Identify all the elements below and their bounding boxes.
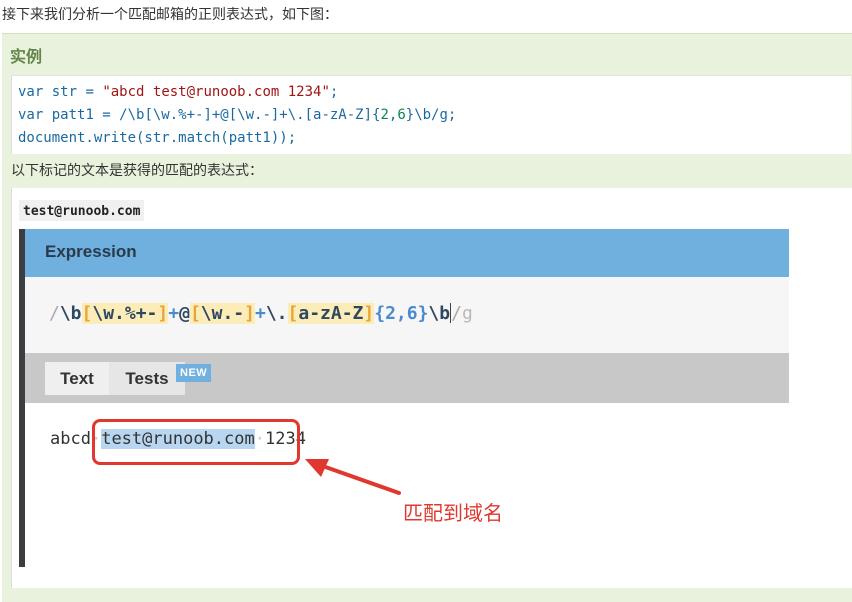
code-block: var str = "abcd test@runoob.com 1234"; v…: [11, 75, 851, 154]
result-panel: test@runoob.com Expression /\b[\w.%+-]+@…: [11, 188, 852, 588]
expr-token: ]: [157, 303, 169, 324]
code-line-1: var str = "abcd test@runoob.com 1234";: [12, 81, 851, 104]
expr-token: +: [168, 303, 180, 324]
new-badge: NEW: [176, 364, 212, 382]
expr-token: +: [254, 303, 266, 324]
expr-token: ]: [363, 303, 375, 324]
note-text: 以下标记的文本是获得的匹配的表达式：: [11, 163, 263, 179]
expr-token: [: [81, 303, 93, 324]
code-number: 2: [380, 107, 389, 123]
expr-token: \b: [428, 303, 451, 324]
code-keyword: var: [18, 84, 44, 100]
code-text: ;: [329, 84, 339, 100]
code-text: }\b/g;: [405, 107, 457, 123]
code-line-3: document.write(str.match(patt1));: [18, 130, 297, 146]
inline-code: test@runoob.com: [19, 200, 145, 221]
tab-tests[interactable]: Tests: [109, 362, 185, 395]
expr-flags[interactable]: g: [462, 303, 473, 324]
code-line-2: var patt1 = /\b[\w.%+-]+@[\w.-]+\.[a-zA-…: [12, 104, 851, 127]
expression-title: Expression: [45, 242, 137, 261]
code-keyword: var: [18, 107, 44, 123]
expr-token: [: [287, 303, 299, 324]
annotation-callout: 匹配到域名: [403, 501, 503, 525]
regex-tool-screenshot: Expression /\b[\w.%+-]+@[\w.-]+\.[a-zA-Z…: [19, 229, 789, 567]
expr-token: {2,6}: [374, 303, 429, 324]
code-string: "abcd test@runoob.com 1234": [102, 84, 330, 100]
expr-token: @: [179, 303, 190, 324]
expr-token: a-zA-Z: [298, 303, 364, 324]
test-text-area[interactable]: abcd·test@runoob.com·1234 匹配到域名: [25, 403, 789, 567]
expr-token: \w.%+-: [92, 303, 158, 324]
annotation-arrow-icon: [305, 459, 401, 495]
example-title: 实例: [10, 47, 43, 66]
expr-delimiter: /: [451, 303, 462, 324]
example-box: 实例 var str = "abcd test@runoob.com 1234"…: [2, 33, 852, 602]
expr-token: ]: [244, 303, 255, 324]
intro-text: 接下来我们分析一个匹配邮箱的正则表达式，如下图：: [2, 7, 338, 23]
tab-text[interactable]: Text: [45, 362, 109, 395]
expression-editor[interactable]: /\b[\w.%+-]+@[\w.-]+\.[a-zA-Z]{2,6}\b/g: [25, 277, 789, 353]
expr-token: [: [189, 303, 201, 324]
expression-header: Expression: [25, 229, 789, 277]
expr-token: \w.-: [200, 303, 245, 324]
match-annotation-box: [92, 419, 300, 465]
tab-bar: Text Tests NEW: [25, 353, 789, 403]
expr-token: \.: [265, 303, 288, 324]
code-number: 6: [397, 107, 406, 123]
expr-delimiter: /: [49, 303, 60, 324]
code-text: patt1 = /\b[\w.%+-]+@[\w.-]+\.[a-zA-Z]{: [43, 107, 381, 123]
expression-text[interactable]: /\b[\w.%+-]+@[\w.-]+\.[a-zA-Z]{2,6}\b/g: [49, 303, 473, 324]
test-text-before: abcd: [50, 429, 91, 449]
code-text: str =: [43, 84, 103, 100]
expr-token: \b: [59, 303, 82, 324]
